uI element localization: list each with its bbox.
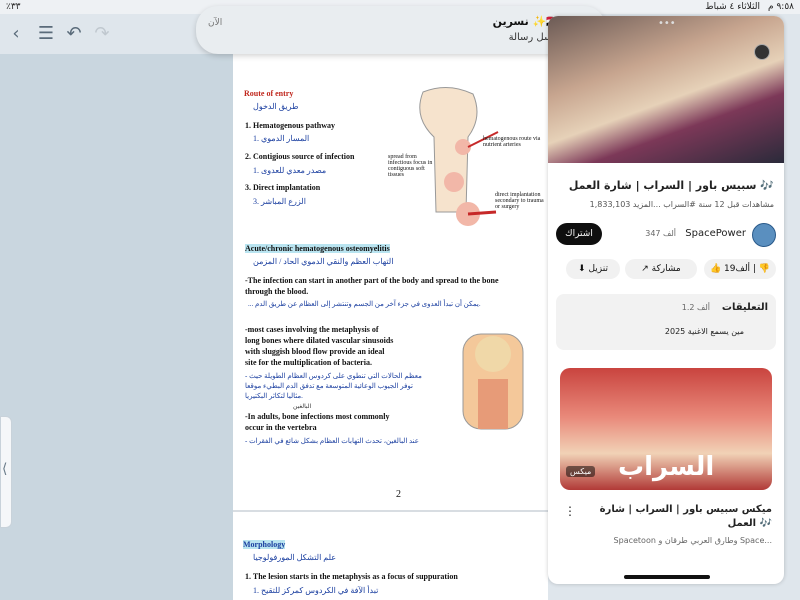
like-count: 19ألف bbox=[724, 264, 751, 274]
paragraph-2-ar-line-2: توفر الجيوب الوعائية المتوسعة مع تدفق ال… bbox=[245, 382, 413, 390]
like-button[interactable]: 👍 19ألف | 👎 bbox=[704, 259, 776, 279]
morphology-item-1-ar: 1. تبدأ الآفة في الكردوس كمركز للتقيح bbox=[253, 586, 379, 595]
morphology-title: Morphology bbox=[243, 540, 286, 549]
paragraph-3-ar: - عند البالغين، تحدث التهابات العظام بشك… bbox=[245, 437, 419, 445]
mix-badge: ميكس bbox=[566, 466, 596, 477]
page-break bbox=[233, 510, 548, 512]
comments-label: التعليقات bbox=[721, 302, 768, 313]
section-heading: Acute/chronic hematogenous osteomyelitis bbox=[245, 244, 390, 253]
subscribe-button[interactable]: اشتراك bbox=[556, 223, 602, 245]
morphology-item-1: 1. The lesion starts in the metaphysis a… bbox=[245, 572, 458, 581]
paragraph-2-ar-line-3: مثاليا لتكاثر البكتيريا. bbox=[245, 392, 303, 400]
morphology-title-ar: علم التشكل المورفولوجيا bbox=[253, 553, 337, 562]
more-options-icon[interactable]: ⋮ bbox=[564, 504, 576, 518]
paragraph-1-line-1: -The infection can start in another part… bbox=[245, 276, 499, 285]
paragraph-1-ar: ... يمكن أن تبدأ العدوى في جزء آخر من ال… bbox=[248, 300, 481, 308]
download-button[interactable]: ⬇ تنزيل bbox=[566, 259, 620, 279]
channel-logo-watermark bbox=[754, 44, 770, 60]
paragraph-2-line-4: site for the multiplication of bacteria. bbox=[245, 358, 372, 367]
channel-name[interactable]: SpacePower bbox=[685, 228, 746, 239]
menu-icon[interactable]: ☰ bbox=[36, 24, 56, 44]
route-item-1-ar: 1. المسار الدموي bbox=[253, 134, 310, 143]
paragraph-2-ar-line-1: - معظم الحالات التي تنطوي على كردوس العظ… bbox=[245, 372, 422, 380]
share-label: مشاركة bbox=[651, 264, 681, 274]
status-date: الثلاثاء ٤ شباط bbox=[705, 2, 760, 12]
route-item-1: 1. Hematogenous pathway bbox=[245, 121, 336, 130]
page-number: 2 bbox=[396, 489, 401, 500]
chevron-left-icon: ⟨ bbox=[2, 461, 8, 477]
channel-avatar[interactable] bbox=[752, 223, 776, 247]
handwritten-note-1: البالغين bbox=[293, 404, 312, 410]
paragraph-1-line-2: through the blood. bbox=[245, 287, 309, 296]
route-item-3: 3. Direct implantation bbox=[245, 183, 321, 192]
download-label: تنزيل bbox=[588, 264, 608, 274]
route-item-2: 2. Contigious source of infection bbox=[245, 152, 355, 161]
redo-icon[interactable]: ↷ bbox=[92, 24, 112, 44]
battery-indicator: ٪٣٣ bbox=[6, 2, 21, 12]
route-title: Route of entry bbox=[244, 89, 294, 98]
notification-time: الآن bbox=[208, 18, 223, 28]
subscriber-count: 347 ألف bbox=[645, 229, 676, 238]
sidebar-handle[interactable]: ⟨ bbox=[0, 416, 12, 528]
metaphysis-diagram bbox=[462, 333, 524, 430]
recommended-title-line-2[interactable]: العمل 🎶 bbox=[728, 518, 772, 529]
youtube-panel: ••• سبيس باور | السراب | شارة العمل 🎶 1,… bbox=[548, 16, 784, 584]
section-heading-ar: التهاب العظم والنقي الدموي الحاد / المزم… bbox=[253, 257, 394, 266]
status-time: ٩:٥٨ م bbox=[768, 2, 794, 12]
undo-icon[interactable]: ↶ bbox=[64, 24, 84, 44]
paragraph-2-line-3: with sluggish blood flow provide an idea… bbox=[245, 347, 385, 356]
more-icon[interactable]: ••• bbox=[658, 18, 676, 29]
recommended-thumbnail[interactable]: السراب ميكس bbox=[560, 368, 772, 490]
route-item-2-ar: 1. مصدر معدي للعدوى bbox=[253, 166, 327, 175]
diagram-label-contiguous: spread from infectious focus in contiguo… bbox=[388, 154, 433, 178]
diagram-label-direct: direct implantation secondary to trauma … bbox=[495, 192, 544, 210]
home-indicator[interactable] bbox=[624, 575, 710, 579]
comments-count: 1.2 ألف bbox=[681, 303, 710, 312]
paragraph-2-line-2: long bones where dilated vascular sinuso… bbox=[245, 336, 394, 345]
video-stats[interactable]: 1,833,103 مشاهدات قبل 12 سنة #السراب ...… bbox=[590, 200, 774, 209]
recommended-title-line-1[interactable]: ميكس سبيس باور | السراب | شارة bbox=[600, 504, 772, 515]
recommended-subtitle: Spacetoon وطارق العربي طرقان و Space... bbox=[613, 536, 772, 545]
message-notification[interactable]: ♪ نسرين ✨🇪🇬 أرسل رسالة الآن bbox=[196, 6, 606, 54]
paragraph-3-line-1: -In adults, bone infections most commonl… bbox=[245, 412, 390, 421]
route-title-ar: طريق الدخول bbox=[253, 102, 299, 111]
paragraph-3-line-2: occur in the vertebra bbox=[245, 423, 317, 432]
thumbnail-title: السراب bbox=[618, 452, 715, 482]
back-icon[interactable]: ‹ bbox=[6, 24, 26, 44]
diagram-label-hematogenous: hematogenous route via nutrient arteries bbox=[483, 136, 541, 148]
top-comment: مين يسمع الاغنية 2025 bbox=[664, 327, 744, 336]
share-button[interactable]: ↗ مشاركة bbox=[625, 259, 697, 279]
document-page: hematogenous route via nutrient arteries… bbox=[233, 54, 548, 600]
video-player[interactable]: ••• bbox=[548, 16, 784, 163]
route-item-3-ar: 3. الزرع المباشر bbox=[253, 197, 306, 206]
video-title: سبيس باور | السراب | شارة العمل 🎶 bbox=[568, 179, 774, 192]
paragraph-2-line-1: -most cases involving the metaphysis of bbox=[245, 325, 379, 334]
comments-section[interactable]: التعليقات 1.2 ألف مين يسمع الاغنية 2025 bbox=[556, 294, 776, 350]
